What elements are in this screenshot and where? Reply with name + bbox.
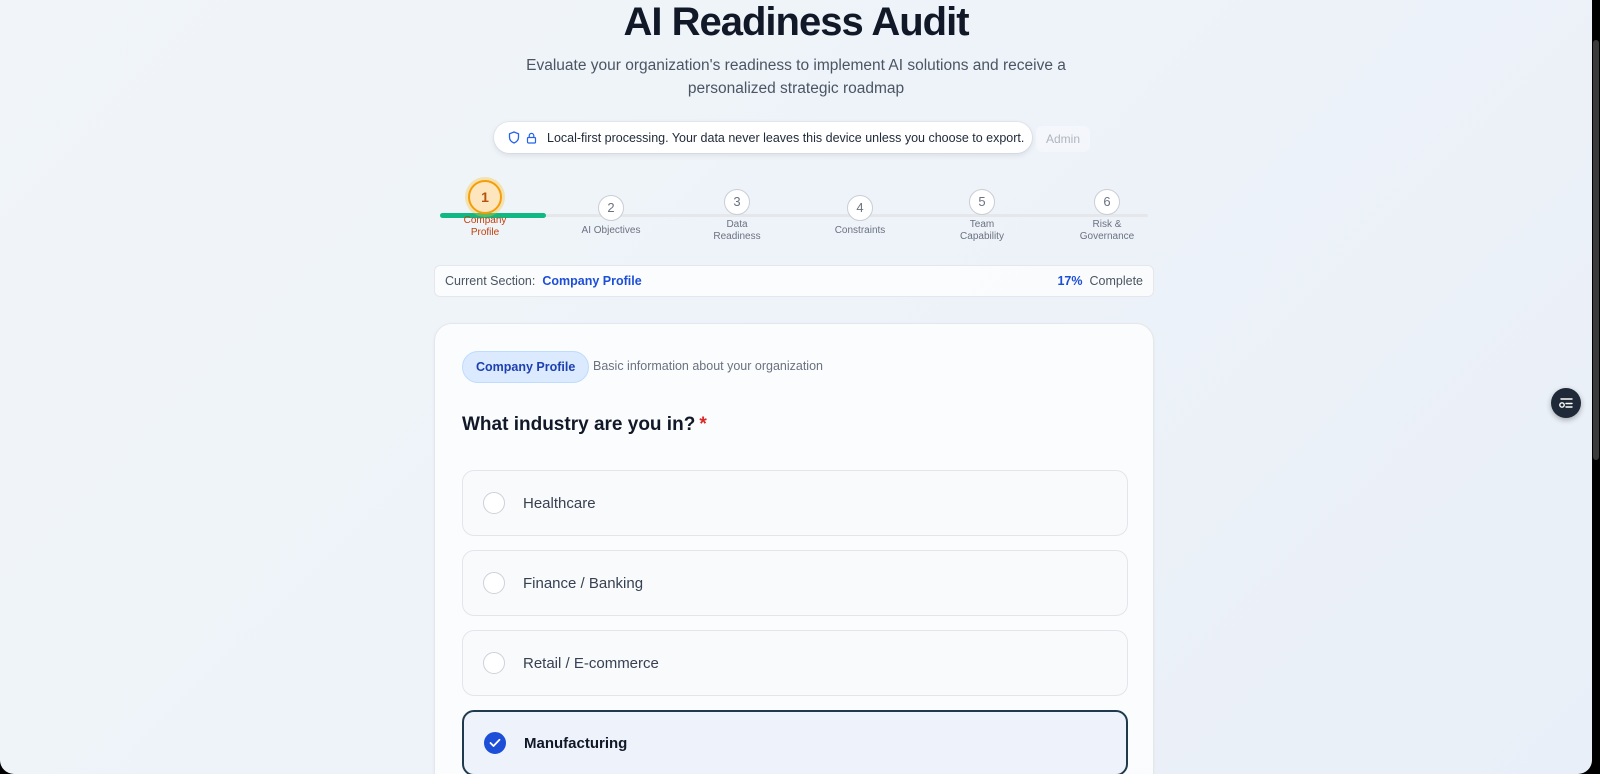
step-number: 2 — [598, 195, 624, 221]
privacy-text: Local-first processing. Your data never … — [547, 130, 1025, 145]
completion-label: Complete — [1089, 274, 1144, 288]
page-subtitle: Evaluate your organization's readiness t… — [526, 57, 1066, 97]
step-label: Team Capability — [960, 219, 1004, 242]
option-retail-ecommerce[interactable]: Retail / E-commerce — [462, 630, 1128, 696]
page-title: AI Readiness Audit — [623, 0, 969, 44]
step-number: 1 — [468, 180, 502, 214]
step-number: 4 — [847, 195, 873, 221]
radio-unchecked-icon[interactable] — [483, 492, 505, 514]
step-label: Company Profile — [463, 215, 507, 238]
toggle-panel-icon[interactable] — [1551, 388, 1581, 418]
admin-button[interactable]: Admin — [1036, 126, 1090, 152]
question-card: Company Profile Basic information about … — [434, 323, 1154, 774]
radio-unchecked-icon[interactable] — [483, 572, 505, 594]
current-section-bar: Current Section: Company Profile 17% Com… — [434, 265, 1154, 297]
app-window: AI Readiness Audit Evaluate your organiz… — [0, 0, 1592, 774]
option-label: Healthcare — [523, 494, 596, 512]
completion-percent: 17% — [1057, 274, 1083, 288]
step-constraints[interactable]: 4 Constraints — [815, 195, 905, 237]
stepper-track — [440, 214, 1148, 217]
step-label: AI Objectives — [581, 225, 641, 236]
lock-icon — [526, 132, 537, 144]
question-text: What industry are you in? — [462, 414, 696, 435]
shield-icon — [508, 131, 520, 144]
step-label: Data Readiness — [713, 219, 761, 242]
question-title: What industry are you in? * — [462, 414, 707, 436]
option-healthcare[interactable]: Healthcare — [462, 470, 1128, 536]
step-risk-governance[interactable]: 6 Risk & Governance — [1062, 189, 1152, 243]
radio-unchecked-icon[interactable] — [483, 652, 505, 674]
required-marker: * — [699, 414, 707, 435]
step-number: 6 — [1094, 189, 1120, 215]
step-label: Constraints — [834, 225, 886, 236]
option-label: Retail / E-commerce — [523, 654, 659, 672]
scrollbar-thumb[interactable] — [1593, 40, 1599, 460]
progress-stepper: 1 Company Profile 2 AI Objectives 3 Data… — [440, 180, 1148, 250]
section-description: Basic information about your organizatio… — [593, 359, 823, 373]
step-data-readiness[interactable]: 3 Data Readiness — [692, 189, 782, 243]
step-number: 3 — [724, 189, 750, 215]
section-badge: Company Profile — [462, 351, 590, 383]
current-section-prefix: Current Section: — [445, 274, 536, 288]
option-finance-banking[interactable]: Finance / Banking — [462, 550, 1128, 616]
step-company-profile[interactable]: 1 Company Profile — [440, 180, 530, 239]
step-team-capability[interactable]: 5 Team Capability — [937, 189, 1027, 243]
current-section-name: Company Profile — [542, 274, 642, 288]
step-label: Risk & Governance — [1079, 219, 1135, 242]
option-label: Manufacturing — [524, 734, 628, 752]
option-manufacturing[interactable]: Manufacturing — [462, 710, 1128, 774]
check-icon[interactable] — [484, 732, 506, 754]
privacy-notice: Local-first processing. Your data never … — [494, 122, 1032, 153]
step-ai-objectives[interactable]: 2 AI Objectives — [566, 195, 656, 237]
step-number: 5 — [969, 189, 995, 215]
option-label: Finance / Banking — [523, 574, 644, 592]
